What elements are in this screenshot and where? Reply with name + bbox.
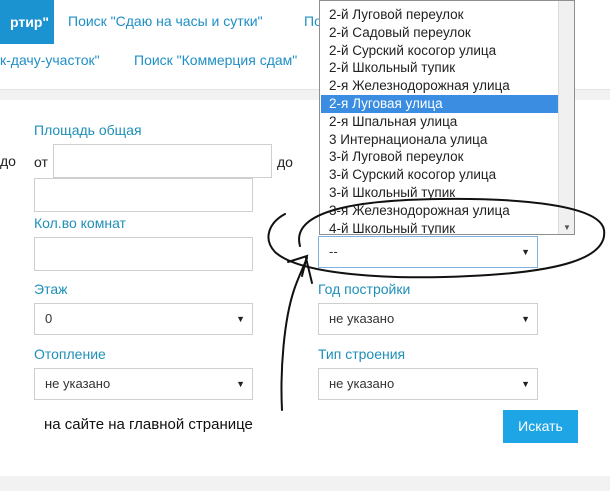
dropdown-option[interactable]: 3-й Луговой переулок [321, 148, 559, 166]
area-from-label: от [34, 154, 48, 170]
nav-tab-rent-hourly[interactable]: Поиск "Сдаю на часы и сутки" [68, 11, 263, 31]
rooms-input[interactable] [34, 237, 253, 271]
year-select[interactable]: не указано ▼ [318, 303, 538, 335]
area-to-label: до [277, 154, 293, 170]
year-select-value: не указано [329, 311, 395, 326]
floor-select-value: 0 [45, 311, 53, 326]
year-label: Год постройки [318, 281, 411, 297]
chevron-down-icon: ▼ [236, 314, 245, 324]
heating-select[interactable]: не указано ▼ [34, 368, 253, 400]
street-select-value: -- [329, 244, 338, 259]
nav-tab-commerce[interactable]: Поиск "Коммерция сдам" [134, 50, 297, 70]
area-to-input[interactable] [34, 178, 253, 212]
area-label: Площадь общая [34, 122, 142, 138]
dropdown-scrollbar[interactable]: ▼ [558, 1, 574, 234]
scroll-down-arrow-icon[interactable]: ▼ [563, 223, 571, 232]
dropdown-option[interactable]: 2-й Садовый переулок [321, 24, 559, 42]
rooms-label: Кол.во комнат [34, 215, 126, 231]
dropdown-option[interactable]: 2-я Шпальная улица [321, 113, 559, 131]
street-select[interactable]: -- ▼ [318, 236, 538, 268]
dropdown-option[interactable]: 2-я Железнодорожная улица [321, 77, 559, 95]
heating-select-value: не указано [45, 376, 111, 391]
dropdown-option[interactable]: 3-й Школьный тупик [321, 184, 559, 202]
dropdown-option[interactable]: 2-й Школьный тупик [321, 59, 559, 77]
left-to-label: до [0, 153, 16, 169]
dropdown-option[interactable]: 3-й Сурский косогор улица [321, 166, 559, 184]
area-from-input[interactable] [53, 144, 272, 178]
nav-tab-dacha[interactable]: к-дачу-участок" [0, 50, 100, 70]
building-type-select-value: не указано [329, 376, 395, 391]
chevron-down-icon: ▼ [236, 379, 245, 389]
handwritten-annotation-text: на сайте на главной странице [44, 416, 253, 433]
chevron-down-icon: ▼ [521, 314, 530, 324]
building-type-select[interactable]: не указано ▼ [318, 368, 538, 400]
dropdown-option[interactable]: 2-й Луговой переулок [321, 6, 559, 24]
chevron-down-icon: ▼ [521, 379, 530, 389]
chevron-down-icon: ▼ [521, 247, 530, 257]
street-dropdown-list[interactable]: 2-й Луговой переулок 2-й Садовый переулок… [319, 0, 575, 235]
floor-select[interactable]: 0 ▼ [34, 303, 253, 335]
dropdown-option[interactable]: 4-й Школьный тупик [321, 220, 559, 234]
nav-tab-active[interactable]: ртир" [0, 0, 54, 44]
dropdown-option[interactable]: 2-я Луговая улица [321, 95, 559, 113]
floor-label: Этаж [34, 281, 68, 297]
dropdown-option[interactable]: 2-й Сурский косогор улица [321, 42, 559, 60]
heating-label: Отопление [34, 346, 106, 362]
dropdown-option[interactable]: 3-я Железнодорожная улица [321, 202, 559, 220]
dropdown-option[interactable]: 3 Интернационала улица [321, 131, 559, 149]
search-button[interactable]: Искать [503, 410, 578, 443]
building-type-label: Тип строения [318, 346, 406, 362]
